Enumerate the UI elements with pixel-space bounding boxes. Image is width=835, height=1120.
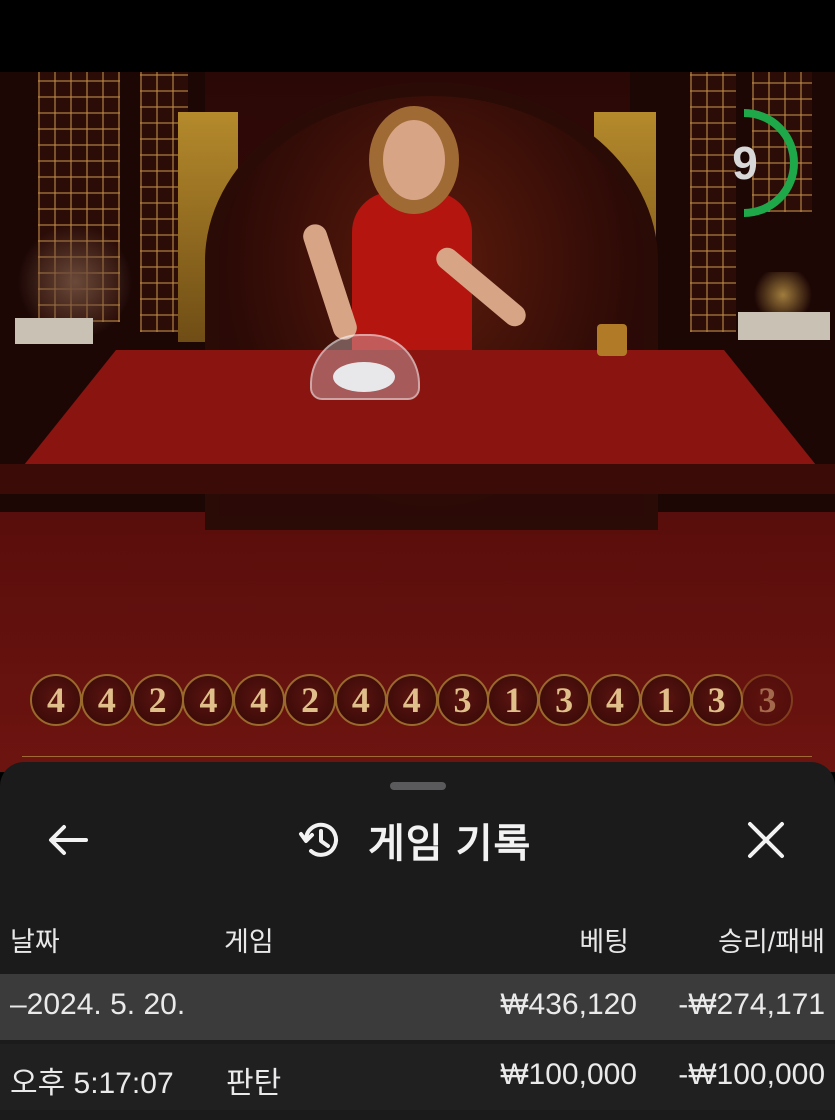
column-header-win-loss: 승리/패배 (718, 927, 825, 957)
date-group-bet-total: ₩436,120 (500, 988, 637, 1021)
back-arrow-icon[interactable] (46, 822, 90, 858)
bead-road-result: 4 (30, 674, 82, 726)
game-table (20, 350, 820, 470)
bead-road-result: 3 (538, 674, 591, 726)
column-header-date: 날짜 (10, 927, 60, 957)
brass-cup (597, 324, 627, 356)
bead-road-result: 2 (284, 674, 337, 726)
column-header-bet: 베팅 (579, 927, 629, 957)
panel-header: 게임 기록 (298, 812, 531, 868)
date-group-row[interactable]: –2024. 5. 20. ₩436,120 -₩274,171 (0, 974, 835, 1040)
bead-road-result: 4 (588, 674, 641, 726)
plant-stand (15, 318, 93, 344)
bead-road-result: 4 (233, 674, 286, 726)
live-video-stream (0, 72, 835, 772)
bead-road-result: 1 (639, 674, 692, 726)
bead-road-result: 4 (80, 674, 133, 726)
status-bar (0, 0, 835, 72)
bead-road-result: 3 (690, 674, 743, 726)
history-row-game: 판탄 (226, 1067, 282, 1100)
dealer-head (383, 120, 445, 200)
bead-road-result: 3 (741, 674, 794, 726)
countdown-timer-value: 9 (732, 137, 758, 189)
bead-road-result: 1 (487, 674, 540, 726)
table-edge (0, 464, 835, 494)
bead-road-result: 4 (385, 674, 438, 726)
bead-road-result: 3 (436, 674, 489, 726)
history-icon (299, 822, 338, 857)
date-group-label: –2024. 5. 20. (10, 988, 186, 1021)
history-row-win-loss: -₩100,000 (678, 1058, 825, 1091)
close-icon[interactable] (744, 818, 788, 862)
column-header-game: 게임 (224, 927, 274, 957)
statue-stand (738, 312, 830, 340)
history-row[interactable]: 오후 5:17:07 판탄 ₩100,000 -₩100,000 (0, 1044, 835, 1110)
date-group-win-loss-total: -₩274,171 (678, 988, 825, 1021)
bead-road-history: 442442443134133 (30, 674, 794, 736)
history-row-time: 오후 5:17:07 (10, 1067, 174, 1100)
game-history-panel: 게임 기록 날짜 게임 베팅 승리/패배 –2024. 5. 20. ₩436,… (0, 762, 835, 1120)
history-row-bet: ₩100,000 (500, 1058, 637, 1091)
bead-road-result: 4 (182, 674, 235, 726)
drag-handle[interactable] (390, 782, 446, 790)
bead-road-result: 4 (334, 674, 387, 726)
panel-title: 게임 기록 (368, 822, 532, 866)
bead-road-result: 2 (131, 674, 184, 726)
